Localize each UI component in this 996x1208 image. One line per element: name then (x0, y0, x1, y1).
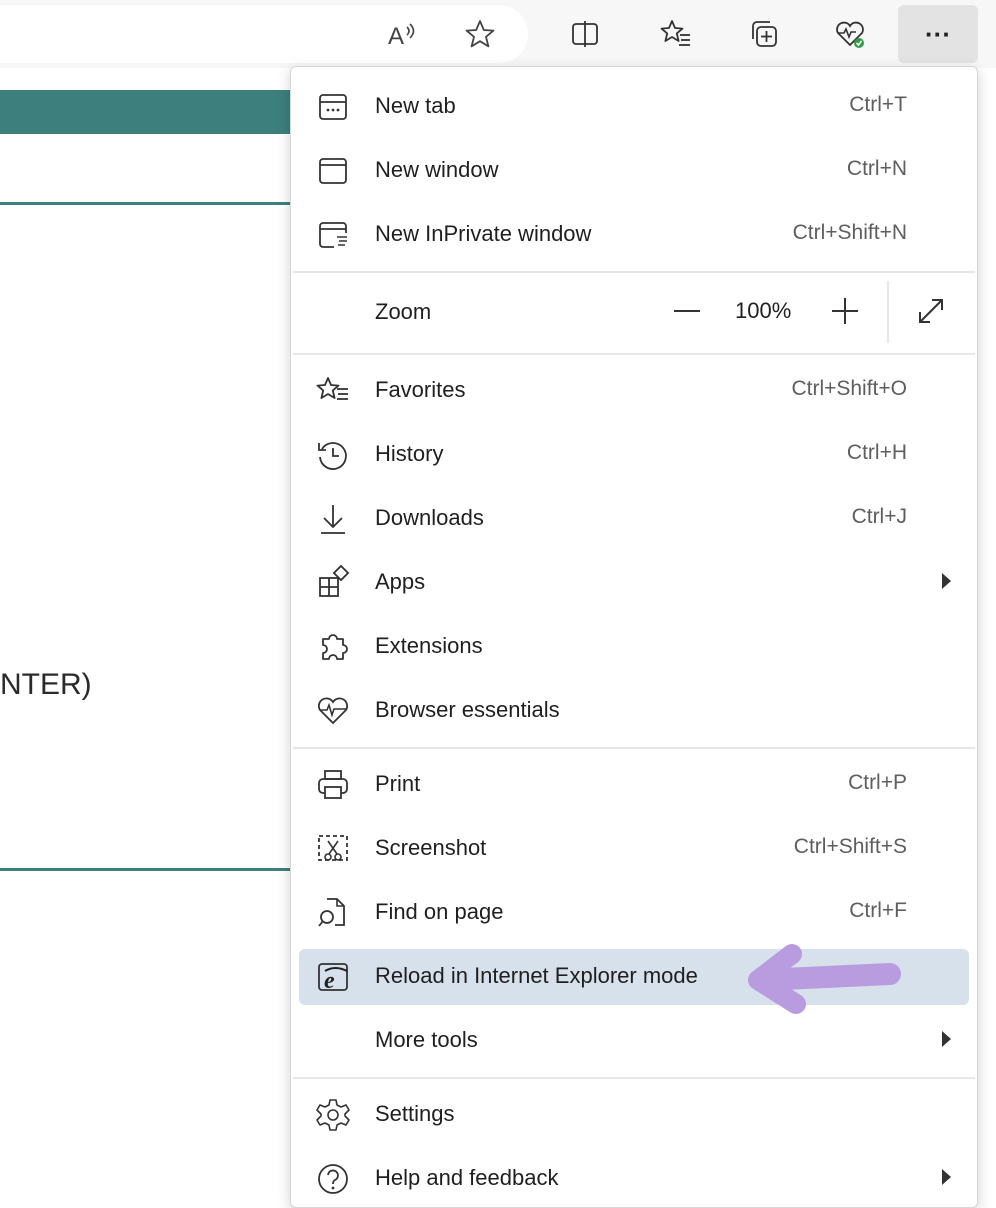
submenu-arrow-icon (942, 1169, 951, 1185)
menu-item-label: History (375, 441, 444, 466)
browser-essentials-icon (315, 693, 351, 729)
screenshot-icon (315, 831, 351, 867)
menu-separator (293, 353, 975, 355)
menu-item-label: Favorites (375, 377, 466, 402)
menu-item-shortcut: Ctrl+H (846, 441, 907, 464)
menu-item-settings[interactable]: Settings (299, 1087, 969, 1143)
gear-icon (315, 1097, 351, 1133)
more-options-label: ··· (925, 18, 951, 49)
menu-item-label: New window (375, 157, 499, 182)
menu-item-shortcut: Ctrl+N (846, 157, 907, 180)
menu-item-new-tab[interactable]: New tab Ctrl+T (299, 79, 969, 135)
star-icon[interactable] (458, 12, 502, 56)
menu-item-label: Settings (375, 1101, 455, 1126)
menu-item-history[interactable]: History Ctrl+H (299, 427, 969, 483)
menu-item-label: More tools (375, 1027, 478, 1052)
menu-item-shortcut: Ctrl+F (849, 899, 907, 922)
menu-item-favorites[interactable]: Favorites Ctrl+Shift+O (299, 363, 969, 419)
menu-item-shortcut: Ctrl+Shift+N (792, 221, 907, 244)
minus-icon (674, 310, 700, 312)
new-window-icon (315, 153, 351, 189)
menu-item-label: Find on page (375, 899, 504, 924)
menu-item-label: New tab (375, 93, 456, 118)
zoom-divider (887, 281, 889, 343)
menu-item-new-inprivate-window[interactable]: New InPrivate window Ctrl+Shift+N (299, 207, 969, 263)
fullscreen-icon (919, 299, 943, 323)
help-icon (315, 1161, 351, 1197)
menu-item-browser-essentials[interactable]: Browser essentials (299, 683, 969, 739)
menu-item-label: Downloads (375, 505, 484, 530)
menu-item-extensions[interactable]: Extensions (299, 619, 969, 675)
menu-item-apps[interactable]: Apps (299, 555, 969, 611)
new-tab-icon (315, 89, 351, 125)
fullscreen-button[interactable] (909, 289, 953, 333)
extensions-icon (315, 629, 351, 665)
address-bar[interactable] (0, 5, 528, 63)
zoom-out-button[interactable] (665, 289, 709, 333)
menu-item-shortcut: Ctrl+P (848, 771, 907, 794)
plus-icon (832, 298, 858, 324)
browser-toolbar: A ··· (0, 0, 996, 68)
menu-item-screenshot[interactable]: Screenshot Ctrl+Shift+S (299, 821, 969, 877)
menu-item-label: Apps (375, 569, 426, 594)
submenu-arrow-icon (942, 1031, 951, 1047)
page-divider (0, 202, 300, 205)
page-header-band (0, 90, 300, 134)
menu-item-downloads[interactable]: Downloads Ctrl+J (299, 491, 969, 547)
page-text-fragment: NTER) (0, 668, 92, 701)
apps-icon (315, 564, 351, 601)
menu-item-more-tools[interactable]: More tools (299, 1013, 969, 1069)
menu-item-label: Browser essentials (375, 697, 560, 722)
menu-item-label: Reload in Internet Explorer mode (375, 963, 698, 988)
split-screen-icon[interactable] (563, 12, 607, 56)
menu-item-print[interactable]: Print Ctrl+P (299, 757, 969, 813)
submenu-arrow-icon (942, 573, 951, 589)
favorites-icon (315, 373, 351, 409)
more-options-button[interactable]: ··· (898, 5, 978, 63)
settings-menu: New tab Ctrl+T New window Ctrl+N New InP… (290, 66, 978, 1208)
menu-separator (293, 1077, 975, 1079)
download-icon (315, 501, 351, 537)
internet-explorer-icon: e (315, 959, 351, 995)
zoom-label: Zoom (375, 299, 432, 324)
inprivate-icon (315, 217, 351, 253)
menu-item-shortcut: Ctrl+Shift+S (793, 835, 907, 858)
menu-item-find-on-page[interactable]: Find on page Ctrl+F (299, 885, 969, 941)
svg-text:e: e (324, 968, 335, 994)
menu-separator (293, 747, 975, 749)
print-icon (315, 767, 351, 803)
menu-item-help-feedback[interactable]: Help and feedback (299, 1151, 969, 1207)
zoom-value: 100% (735, 298, 792, 323)
menu-item-shortcut: Ctrl+T (849, 93, 907, 116)
page-divider (0, 868, 300, 871)
find-on-page-icon (315, 895, 351, 931)
menu-item-label: Screenshot (375, 835, 487, 860)
menu-item-new-window[interactable]: New window Ctrl+N (299, 143, 969, 199)
zoom-in-button[interactable] (823, 289, 867, 333)
menu-item-shortcut: Ctrl+Shift+O (791, 377, 907, 400)
browser-essentials-icon[interactable] (828, 12, 872, 56)
menu-item-label: New InPrivate window (375, 221, 592, 246)
history-icon (315, 437, 351, 473)
menu-item-shortcut: Ctrl+J (851, 505, 907, 528)
favorites-icon[interactable] (654, 12, 698, 56)
svg-text:A: A (388, 23, 404, 50)
menu-separator (293, 271, 975, 273)
collections-icon[interactable] (742, 12, 786, 56)
menu-item-label: Print (375, 771, 421, 796)
menu-item-label: Help and feedback (375, 1165, 559, 1190)
annotation-arrow-icon (748, 944, 901, 1014)
read-aloud-icon[interactable]: A (380, 12, 424, 56)
menu-item-label: Extensions (375, 633, 483, 658)
